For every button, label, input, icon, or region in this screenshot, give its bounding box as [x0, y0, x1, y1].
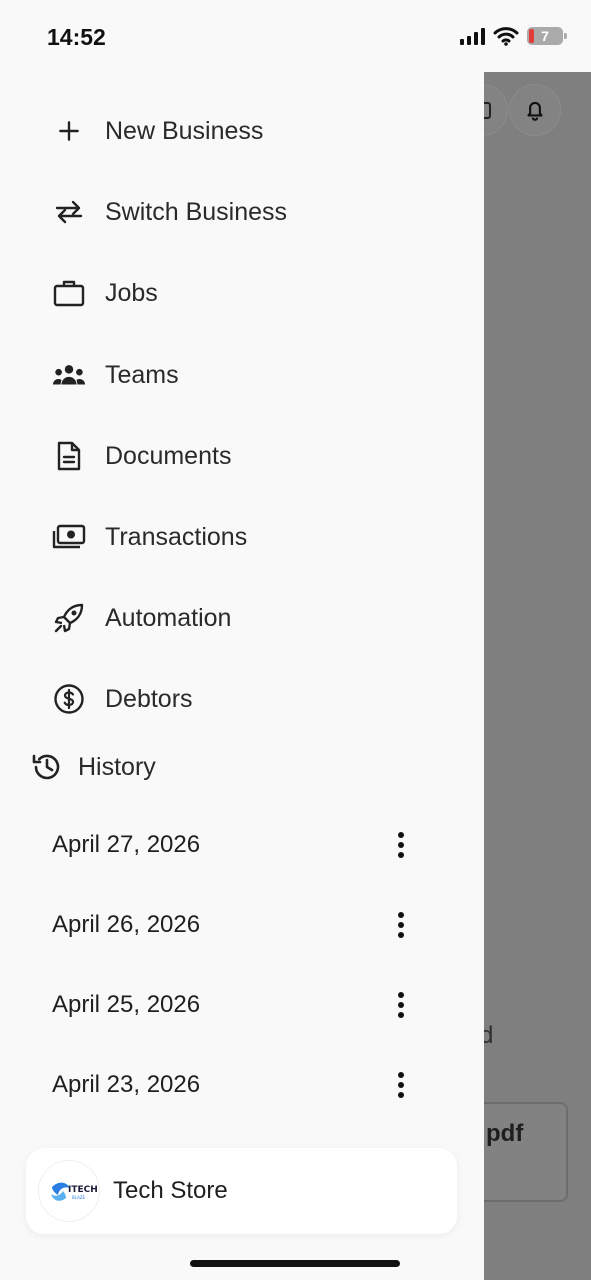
swap-arrows-icon [52, 195, 86, 229]
status-icons: 7 [460, 26, 567, 46]
more-options-icon[interactable] [392, 828, 410, 862]
menu-item-label: Documents [105, 441, 232, 470]
menu-item-label: Teams [105, 360, 179, 389]
svg-text:ITECH: ITECH [68, 1185, 98, 1195]
menu-item-transactions[interactable]: Transactions [52, 512, 432, 562]
bell-icon [527, 101, 543, 121]
briefcase-icon [52, 276, 86, 310]
battery-icon: 7 [527, 27, 567, 45]
background-card-text: pdf [486, 1120, 524, 1147]
menu-item-label: Automation [105, 603, 232, 632]
history-item-date: April 25, 2026 [52, 991, 201, 1018]
battery-level: 7 [541, 28, 549, 44]
history-item-date: April 23, 2026 [52, 1071, 201, 1098]
history-header: History [30, 742, 156, 792]
plus-icon [52, 114, 86, 148]
menu-item-label: New Business [105, 116, 264, 145]
more-options-icon[interactable] [392, 908, 410, 942]
more-options-icon[interactable] [392, 1068, 410, 1102]
history-item[interactable]: April 23, 2026 [52, 1060, 422, 1110]
history-item[interactable]: April 27, 2026 [52, 820, 422, 870]
menu-item-label: Switch Business [105, 197, 288, 226]
menu-item-new-business[interactable]: New Business [52, 106, 432, 156]
business-switcher-card[interactable]: ITECH BLAZE Tech Store [26, 1148, 457, 1234]
menu-item-automation[interactable]: Automation [52, 593, 432, 643]
menu-item-debtors[interactable]: Debtors [52, 674, 432, 724]
background-file-card: pdf [470, 1102, 568, 1202]
history-title: History [78, 752, 156, 781]
menu-item-jobs[interactable]: Jobs [52, 268, 432, 318]
more-options-icon[interactable] [392, 988, 410, 1022]
business-name: Tech Store [113, 1177, 228, 1204]
rocket-icon [52, 601, 86, 635]
status-time: 14:52 [47, 24, 106, 50]
menu-item-label: Debtors [105, 684, 193, 713]
money-icon [52, 520, 86, 554]
history-item-date: April 27, 2026 [52, 831, 201, 858]
menu-item-documents[interactable]: Documents [52, 431, 432, 481]
navigation-drawer: New Business Switch Business Jobs Teams … [0, 0, 484, 1280]
menu-item-label: Jobs [105, 278, 158, 307]
dollar-circle-icon [52, 682, 86, 716]
document-icon [52, 439, 86, 473]
wifi-icon [493, 27, 519, 46]
history-item[interactable]: April 25, 2026 [52, 980, 422, 1030]
notifications-button [509, 84, 561, 136]
history-icon [32, 754, 60, 780]
team-icon [52, 358, 86, 392]
svg-text:BLAZE: BLAZE [72, 1195, 86, 1200]
menu-item-teams[interactable]: Teams [52, 350, 432, 400]
cellular-signal-icon [460, 27, 485, 45]
business-logo-mark-icon: ITECH BLAZE [51, 1182, 98, 1201]
history-item[interactable]: April 26, 2026 [52, 900, 422, 950]
history-item-date: April 26, 2026 [52, 911, 201, 938]
menu-item-switch-business[interactable]: Switch Business [52, 187, 432, 237]
status-bar: 14:52 7 [0, 0, 591, 72]
menu-item-label: Transactions [105, 522, 248, 551]
home-indicator [190, 1260, 400, 1267]
business-logo: ITECH BLAZE [38, 1160, 100, 1222]
